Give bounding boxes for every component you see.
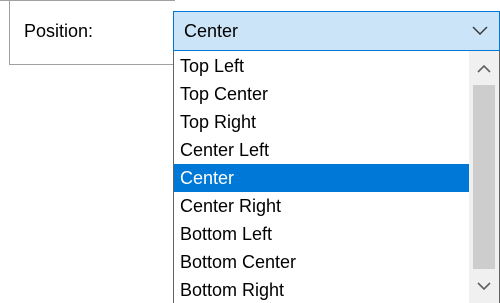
option-top-center[interactable]: Top Center <box>174 80 469 108</box>
option-top-right[interactable]: Top Right <box>174 108 469 136</box>
option-bottom-center[interactable]: Bottom Center <box>174 248 469 276</box>
dropdown-options: Top Left Top Center Top Right Center Lef… <box>174 52 469 303</box>
chevron-down-icon[interactable] <box>463 12 497 50</box>
option-bottom-left[interactable]: Bottom Left <box>174 220 469 248</box>
position-settings-panel: Position: Center Top Left Top Center Top… <box>0 0 500 303</box>
scrollbar-track[interactable] <box>469 85 499 269</box>
option-center[interactable]: Center <box>174 164 469 192</box>
group-frame-bottom-border <box>9 64 175 65</box>
position-combobox-value: Center <box>184 21 239 41</box>
group-frame-top-border <box>0 0 175 1</box>
scroll-up-arrow-icon[interactable] <box>469 51 499 85</box>
position-label: Position: <box>24 21 94 41</box>
position-dropdown-list[interactable]: Top Left Top Center Top Right Center Lef… <box>173 51 500 303</box>
option-center-left[interactable]: Center Left <box>174 136 469 164</box>
dropdown-scrollbar[interactable] <box>469 51 499 303</box>
position-combobox[interactable]: Center <box>173 11 500 51</box>
option-top-left[interactable]: Top Left <box>174 52 469 80</box>
scrollbar-thumb[interactable] <box>473 85 495 269</box>
option-bottom-right[interactable]: Bottom Right <box>174 276 469 303</box>
group-frame-left-border <box>9 0 10 65</box>
scroll-down-arrow-icon[interactable] <box>469 269 499 303</box>
option-center-right[interactable]: Center Right <box>174 192 469 220</box>
